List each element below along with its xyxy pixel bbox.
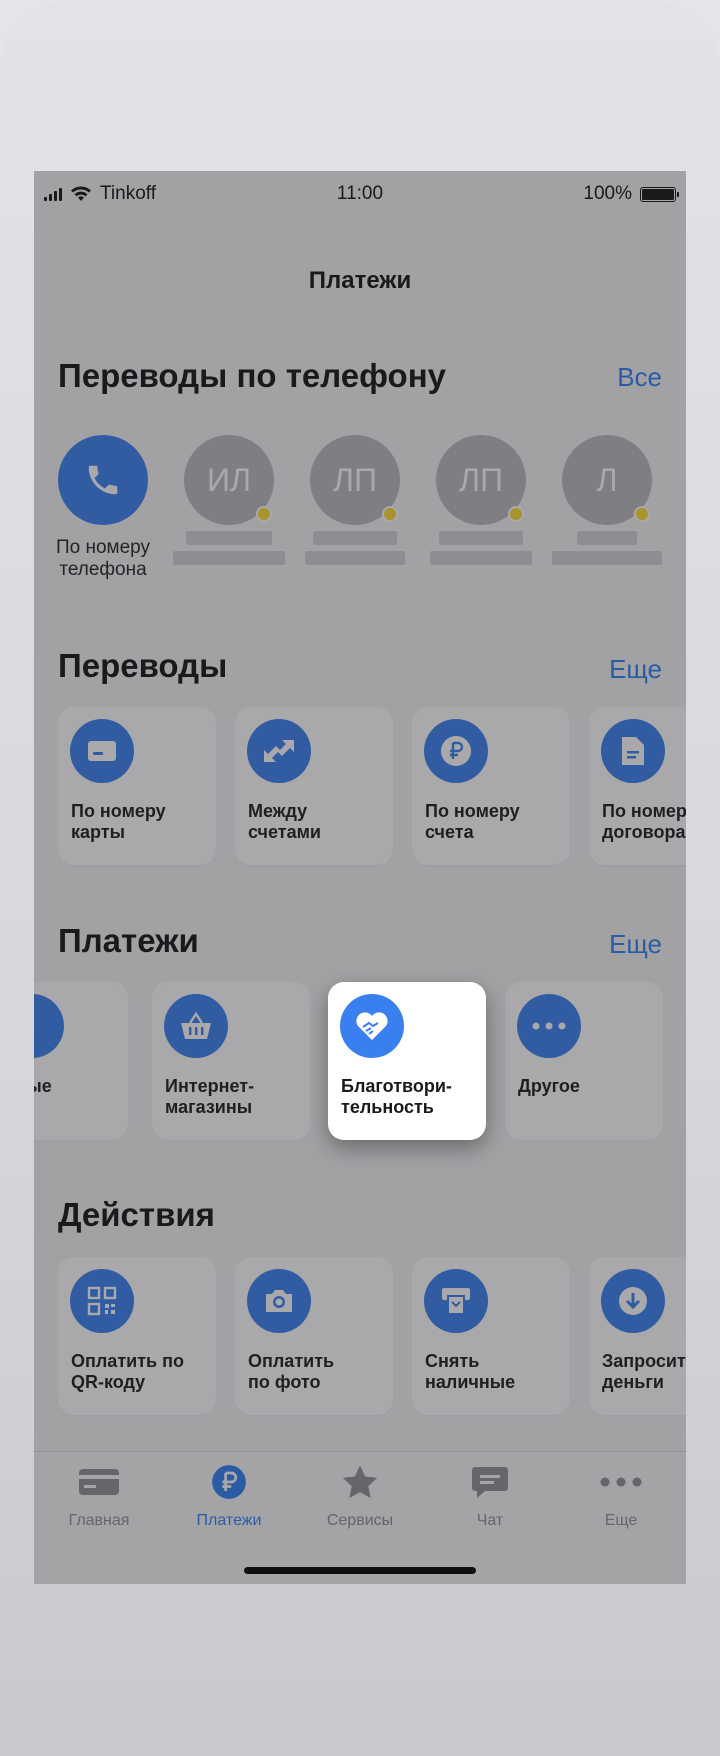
avatar-initials: ИЛ — [207, 461, 251, 498]
heart-hand-icon — [340, 994, 404, 1058]
tab-label: Главная — [68, 1512, 130, 1529]
tab-label: Сервисы — [326, 1512, 394, 1529]
card-label: Снять наличные — [425, 1351, 516, 1392]
see-all-link[interactable]: Все — [617, 362, 662, 393]
card-icon — [70, 719, 134, 783]
section-title-actions: Действия — [58, 1196, 215, 1233]
section-title-payments: Платежи — [58, 922, 199, 959]
payment-other[interactable]: Другое — [505, 982, 663, 1140]
card-tab-icon — [34, 1464, 164, 1500]
transfer-by-phone-number[interactable]: По номеру телефона — [43, 435, 163, 581]
card-label: Между счетами — [248, 801, 321, 842]
card-label: По номеру договора — [602, 801, 686, 842]
blurred-name — [430, 551, 532, 565]
blurred-name — [552, 551, 662, 565]
payment-charity[interactable]: Благотвори- тельность — [328, 982, 486, 1140]
screen: Tinkoff 11:00 100% Платежи Переводы по т… — [34, 171, 686, 1584]
blurred-name — [577, 531, 637, 545]
section-title-phone-transfers: Переводы по телефону — [58, 357, 446, 394]
by-phone-number-label: По номеру телефона — [55, 537, 151, 580]
battery-percent: 100% — [583, 183, 632, 204]
phone-frame: Tinkoff 11:00 100% Платежи Переводы по т… — [0, 0, 720, 1756]
download-circle-icon — [601, 1269, 665, 1333]
payment-online-stores[interactable]: Интернет- магазины — [152, 982, 310, 1140]
transfers-more-link[interactable]: Еще — [609, 654, 662, 685]
blurred-name — [186, 531, 272, 545]
battery-icon — [640, 186, 679, 202]
tab-services[interactable]: Сервисы — [295, 1464, 425, 1530]
utilities-icon — [34, 994, 64, 1058]
status-bar: Tinkoff 11:00 100% — [34, 171, 686, 217]
ruble-tab-icon — [164, 1464, 294, 1500]
page-title: Платежи — [308, 267, 412, 294]
star-icon — [295, 1464, 425, 1500]
camera-icon — [247, 1269, 311, 1333]
tab-bar: Главная Платежи Сервисы Чат Еще — [34, 1451, 686, 1584]
blurred-name — [439, 531, 523, 545]
card-label: Запросить деньги — [602, 1351, 686, 1392]
card-label: По номеру карты — [71, 801, 166, 842]
blurred-name — [173, 551, 285, 565]
more-dots-icon — [517, 994, 581, 1058]
avatar-initials: Л — [596, 461, 618, 498]
atm-icon — [424, 1269, 488, 1333]
arrows-exchange-icon — [247, 719, 311, 783]
blurred-name — [305, 551, 405, 565]
transfer-by-account[interactable]: По номеру счета — [412, 707, 570, 865]
ruble-icon — [424, 719, 488, 783]
tab-label: Еще — [604, 1512, 638, 1529]
card-label: Благотвори- тельность — [341, 1076, 452, 1117]
contact-item[interactable]: Л — [547, 435, 667, 565]
home-indicator[interactable] — [244, 1567, 476, 1574]
contact-avatar: Л — [562, 435, 652, 525]
pay-by-qr[interactable]: Оплатить по QR-коду — [58, 1257, 216, 1415]
tab-more[interactable]: Еще — [556, 1464, 686, 1530]
card-label: альные — [34, 1076, 52, 1096]
presence-dot — [508, 506, 524, 522]
presence-dot — [382, 506, 398, 522]
avatar-initials: ЛП — [333, 461, 377, 498]
chat-icon — [425, 1464, 555, 1500]
avatar-initials: ЛП — [459, 461, 503, 498]
contact-avatar: ИЛ — [184, 435, 274, 525]
more-icon — [556, 1464, 686, 1500]
payment-utilities[interactable]: альные — [34, 982, 128, 1140]
card-label: Другое — [518, 1076, 580, 1096]
section-title-transfers: Переводы — [58, 647, 228, 684]
basket-icon — [164, 994, 228, 1058]
tab-label: Платежи — [196, 1512, 262, 1529]
contact-avatar: ЛП — [310, 435, 400, 525]
transfer-by-contract[interactable]: По номеру договора — [589, 707, 686, 865]
presence-dot — [256, 506, 272, 522]
tab-payments[interactable]: Платежи — [164, 1464, 294, 1530]
qr-code-icon — [70, 1269, 134, 1333]
tab-main[interactable]: Главная — [34, 1464, 164, 1530]
pay-by-photo[interactable]: Оплатить по фото — [235, 1257, 393, 1415]
payments-more-link[interactable]: Еще — [609, 929, 662, 960]
request-money[interactable]: Запросить деньги — [589, 1257, 686, 1415]
presence-dot — [634, 506, 650, 522]
transfer-between-accounts[interactable]: Между счетами — [235, 707, 393, 865]
phone-icon — [58, 435, 148, 525]
contact-item[interactable]: ЛП — [421, 435, 541, 565]
contact-avatar: ЛП — [436, 435, 526, 525]
contact-item[interactable]: ЛП — [295, 435, 415, 565]
blurred-name — [313, 531, 397, 545]
card-label: Оплатить по фото — [248, 1351, 335, 1392]
transfer-by-card[interactable]: По номеру карты — [58, 707, 216, 865]
withdraw-cash[interactable]: Снять наличные — [412, 1257, 570, 1415]
tab-chat[interactable]: Чат — [425, 1464, 555, 1530]
tab-label: Чат — [476, 1512, 504, 1529]
document-icon — [601, 719, 665, 783]
contact-item[interactable]: ИЛ — [169, 435, 289, 565]
card-label: Оплатить по QR-коду — [71, 1351, 184, 1392]
card-label: По номеру счета — [425, 801, 520, 842]
card-label: Интернет- магазины — [165, 1076, 255, 1117]
